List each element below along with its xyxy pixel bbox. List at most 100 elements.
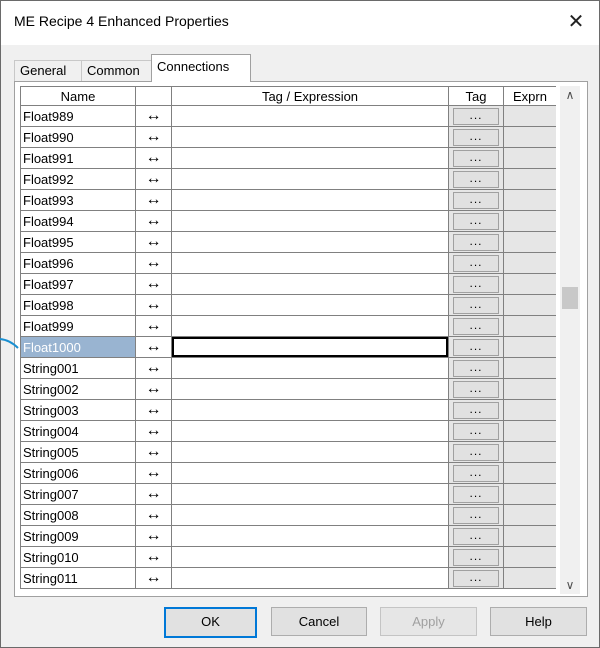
expression-cell[interactable] bbox=[503, 168, 556, 190]
tag-expression-cell[interactable] bbox=[171, 462, 449, 484]
table-row[interactable]: Float999 ↔... bbox=[20, 315, 556, 337]
tag-browse-button[interactable]: ... bbox=[453, 423, 499, 440]
expression-cell[interactable] bbox=[503, 105, 556, 127]
tag-browse-button[interactable]: ... bbox=[453, 570, 499, 587]
tag-browse-button[interactable]: ... bbox=[453, 360, 499, 377]
table-row[interactable]: Float995 ↔... bbox=[20, 231, 556, 253]
tag-expression-cell[interactable] bbox=[171, 525, 449, 547]
tag-expression-cell[interactable] bbox=[171, 378, 449, 400]
expression-cell[interactable] bbox=[503, 189, 556, 211]
table-row[interactable]: String002 ↔... bbox=[20, 378, 556, 400]
table-row[interactable]: Float998 ↔... bbox=[20, 294, 556, 316]
tag-expression-cell[interactable] bbox=[171, 294, 449, 316]
table-row[interactable]: Float1000 ↔... bbox=[20, 336, 556, 358]
tag-browse-button[interactable]: ... bbox=[453, 213, 499, 230]
tag-expression-cell[interactable] bbox=[171, 567, 449, 589]
table-row[interactable]: String009 ↔... bbox=[20, 525, 556, 547]
table-row[interactable]: Float990 ↔... bbox=[20, 126, 556, 148]
tag-browse-button[interactable]: ... bbox=[453, 486, 499, 503]
apply-button[interactable]: Apply bbox=[380, 607, 477, 636]
expression-cell[interactable] bbox=[503, 399, 556, 421]
tag-expression-cell[interactable] bbox=[171, 210, 449, 232]
expression-cell[interactable] bbox=[503, 462, 556, 484]
tab-connections[interactable]: Connections bbox=[151, 54, 251, 82]
row-name-cell[interactable]: Float998 bbox=[20, 294, 136, 316]
expression-cell[interactable] bbox=[503, 231, 556, 253]
tag-expression-cell[interactable] bbox=[171, 483, 449, 505]
table-row[interactable]: Float989 ↔... bbox=[20, 105, 556, 127]
tag-browse-button[interactable]: ... bbox=[453, 150, 499, 167]
tag-expression-cell[interactable] bbox=[171, 252, 449, 274]
row-name-cell[interactable]: Float997 bbox=[20, 273, 136, 295]
expression-cell[interactable] bbox=[503, 504, 556, 526]
vertical-scrollbar[interactable]: ∧ ∨ bbox=[560, 86, 580, 594]
tag-expression-cell[interactable] bbox=[171, 105, 449, 127]
table-row[interactable]: String001 ↔... bbox=[20, 357, 556, 379]
table-row[interactable]: Float992 ↔... bbox=[20, 168, 556, 190]
tag-expression-cell[interactable] bbox=[171, 189, 449, 211]
expression-cell[interactable] bbox=[503, 126, 556, 148]
cancel-button[interactable]: Cancel bbox=[271, 607, 367, 636]
row-name-cell[interactable]: Float1000 bbox=[20, 336, 136, 358]
column-header-tag[interactable]: Tag bbox=[448, 86, 504, 106]
row-name-cell[interactable]: String003 bbox=[20, 399, 136, 421]
tab-common[interactable]: Common bbox=[81, 60, 155, 81]
tag-browse-button[interactable]: ... bbox=[453, 549, 499, 566]
row-name-cell[interactable]: String008 bbox=[20, 504, 136, 526]
tag-browse-button[interactable]: ... bbox=[453, 444, 499, 461]
tag-expression-cell[interactable] bbox=[171, 546, 449, 568]
tag-browse-button[interactable]: ... bbox=[453, 507, 499, 524]
row-name-cell[interactable]: String001 bbox=[20, 357, 136, 379]
row-name-cell[interactable]: String002 bbox=[20, 378, 136, 400]
row-name-cell[interactable]: String006 bbox=[20, 462, 136, 484]
column-header-tag-expression[interactable]: Tag / Expression bbox=[171, 86, 449, 106]
expression-cell[interactable] bbox=[503, 147, 556, 169]
tag-expression-cell[interactable] bbox=[171, 504, 449, 526]
tag-expression-cell[interactable] bbox=[171, 273, 449, 295]
tag-browse-button[interactable]: ... bbox=[453, 108, 499, 125]
tag-expression-cell[interactable] bbox=[171, 168, 449, 190]
row-name-cell[interactable]: String007 bbox=[20, 483, 136, 505]
table-row[interactable]: String007 ↔... bbox=[20, 483, 556, 505]
scrollbar-thumb[interactable] bbox=[562, 287, 578, 309]
row-name-cell[interactable]: Float999 bbox=[20, 315, 136, 337]
tag-expression-cell[interactable] bbox=[171, 231, 449, 253]
column-header-name[interactable]: Name bbox=[20, 86, 136, 106]
ok-button[interactable]: OK bbox=[164, 607, 257, 638]
table-row[interactable]: String004 ↔... bbox=[20, 420, 556, 442]
row-name-cell[interactable]: Float996 bbox=[20, 252, 136, 274]
tag-browse-button[interactable]: ... bbox=[453, 318, 499, 335]
table-row[interactable]: Float993 ↔... bbox=[20, 189, 556, 211]
tag-browse-button[interactable]: ... bbox=[453, 339, 499, 356]
table-row[interactable]: Float991 ↔... bbox=[20, 147, 556, 169]
tag-browse-button[interactable]: ... bbox=[453, 465, 499, 482]
row-name-cell[interactable]: String009 bbox=[20, 525, 136, 547]
expression-cell[interactable] bbox=[503, 546, 556, 568]
expression-cell[interactable] bbox=[503, 567, 556, 589]
table-row[interactable]: String003 ↔... bbox=[20, 399, 556, 421]
row-name-cell[interactable]: String004 bbox=[20, 420, 136, 442]
tag-browse-button[interactable]: ... bbox=[453, 297, 499, 314]
expression-cell[interactable] bbox=[503, 525, 556, 547]
row-name-cell[interactable]: Float992 bbox=[20, 168, 136, 190]
expression-cell[interactable] bbox=[503, 336, 556, 358]
table-row[interactable]: Float996 ↔... bbox=[20, 252, 556, 274]
tag-expression-cell[interactable] bbox=[171, 441, 449, 463]
table-row[interactable]: String010 ↔... bbox=[20, 546, 556, 568]
expression-cell[interactable] bbox=[503, 378, 556, 400]
table-row[interactable]: String006 ↔... bbox=[20, 462, 556, 484]
tag-browse-button[interactable]: ... bbox=[453, 234, 499, 251]
table-row[interactable]: Float994 ↔... bbox=[20, 210, 556, 232]
tag-expression-cell[interactable] bbox=[171, 147, 449, 169]
table-row[interactable]: String011 ↔... bbox=[20, 567, 556, 589]
tag-browse-button[interactable]: ... bbox=[453, 171, 499, 188]
table-row[interactable]: String005 ↔... bbox=[20, 441, 556, 463]
expression-cell[interactable] bbox=[503, 210, 556, 232]
row-name-cell[interactable]: String010 bbox=[20, 546, 136, 568]
tag-expression-cell[interactable] bbox=[171, 126, 449, 148]
expression-cell[interactable] bbox=[503, 420, 556, 442]
tag-browse-button[interactable]: ... bbox=[453, 192, 499, 209]
tag-browse-button[interactable]: ... bbox=[453, 528, 499, 545]
row-name-cell[interactable]: Float989 bbox=[20, 105, 136, 127]
tag-expression-cell[interactable] bbox=[171, 399, 449, 421]
